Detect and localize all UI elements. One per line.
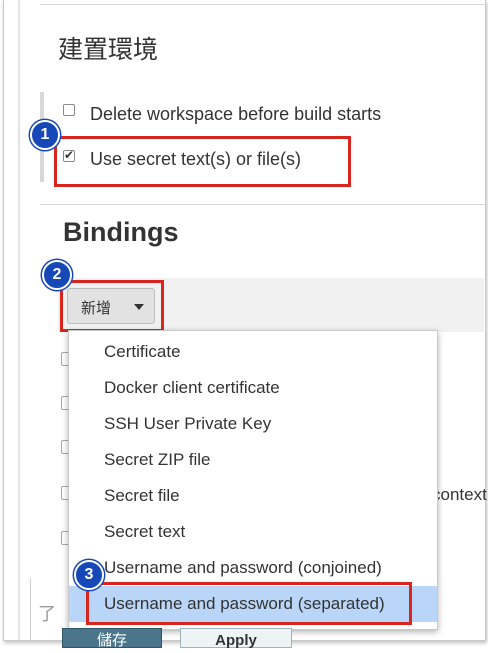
dropdown-item-username-password-conjoined[interactable]: Username and password (conjoined)	[69, 550, 437, 586]
highlight-box-2	[60, 280, 164, 332]
annotation-badge-2: 2	[42, 260, 72, 290]
delete-workspace-label: Delete workspace before build starts	[90, 104, 382, 124]
annotation-badge-1: 1	[30, 120, 60, 150]
bindings-title: Bindings	[63, 217, 179, 247]
footer-divider	[30, 578, 31, 640]
save-button[interactable]: 儲存	[62, 628, 162, 649]
highlight-box-3	[86, 582, 412, 625]
footer-partial-text: 了	[38, 604, 56, 624]
section-title: 建置環境	[58, 35, 159, 64]
background-text-fragment: context	[432, 485, 487, 504]
dropdown-item-ssh-private-key[interactable]: SSH User Private Key	[69, 406, 437, 442]
dropdown-item-certificate[interactable]: Certificate	[69, 334, 437, 370]
delete-workspace-checkbox[interactable]	[63, 104, 75, 116]
annotation-badge-3: 3	[74, 560, 104, 590]
apply-button[interactable]: Apply	[180, 628, 292, 649]
dropdown-item-secret-file[interactable]: Secret file	[69, 478, 437, 514]
top-divider	[40, 4, 488, 5]
left-rail	[18, 0, 20, 640]
highlight-box-1	[54, 136, 351, 187]
dropdown-item-docker-client-certificate[interactable]: Docker client certificate	[69, 370, 437, 406]
dropdown-item-secret-zip-file[interactable]: Secret ZIP file	[69, 442, 437, 478]
dropdown-item-secret-text[interactable]: Secret text	[69, 514, 437, 550]
bindings-divider	[40, 204, 488, 205]
